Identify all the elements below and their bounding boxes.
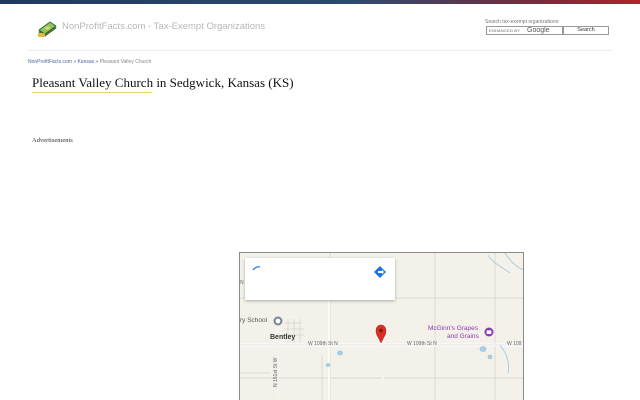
map-info-card[interactable] (245, 258, 395, 300)
map-label-road-left: W 109th St N (308, 341, 338, 347)
map-label-road-mid: W 109th St N (407, 341, 437, 347)
breadcrumb-home-link[interactable]: NonProfitFacts.com (28, 59, 72, 65)
map-pin-icon[interactable] (375, 324, 387, 344)
google-label: Google (527, 27, 550, 34)
map-label-road-right: W 109 (507, 341, 522, 347)
search-input[interactable]: ENHANCED BY Google (486, 26, 563, 35)
map-label-poi-line2[interactable]: and Grains (447, 333, 479, 341)
school-icon[interactable] (273, 316, 283, 326)
breadcrumb: NonProfitFacts.com » Kansas » Pleasant V… (28, 59, 151, 65)
map-label-school: ry School (240, 317, 268, 324)
breadcrumb-state-link[interactable]: Kansas (77, 59, 94, 65)
directions-icon[interactable] (374, 266, 386, 278)
page-title: Pleasant Valley Church in Sedgwick, Kans… (32, 75, 294, 90)
shop-icon[interactable] (484, 327, 494, 337)
money-stack-icon[interactable] (37, 20, 57, 38)
map-label-cut: N (240, 280, 244, 286)
search-button[interactable]: Search (563, 26, 609, 35)
breadcrumb-current: Pleasant Valley Church (99, 59, 152, 65)
search-caption: Search tax-exempt organizations: (485, 19, 560, 25)
header-divider (28, 50, 612, 51)
advertisements-label: Advertisements (32, 137, 73, 144)
enhanced-by-label: ENHANCED BY (489, 28, 521, 33)
top-color-bar (0, 0, 640, 4)
map-label-road-vertical: N 151st St W (273, 357, 279, 387)
site-title[interactable]: NonProfitFacts.com - Tax-Exempt Organiza… (62, 21, 265, 32)
title-underline (32, 92, 152, 93)
google-map[interactable]: N ry School Bentley W 109th St N W 109th… (239, 252, 524, 400)
map-label-town: Bentley (270, 334, 296, 341)
map-label-poi-line1[interactable]: McGinn's Grapes (428, 325, 478, 333)
